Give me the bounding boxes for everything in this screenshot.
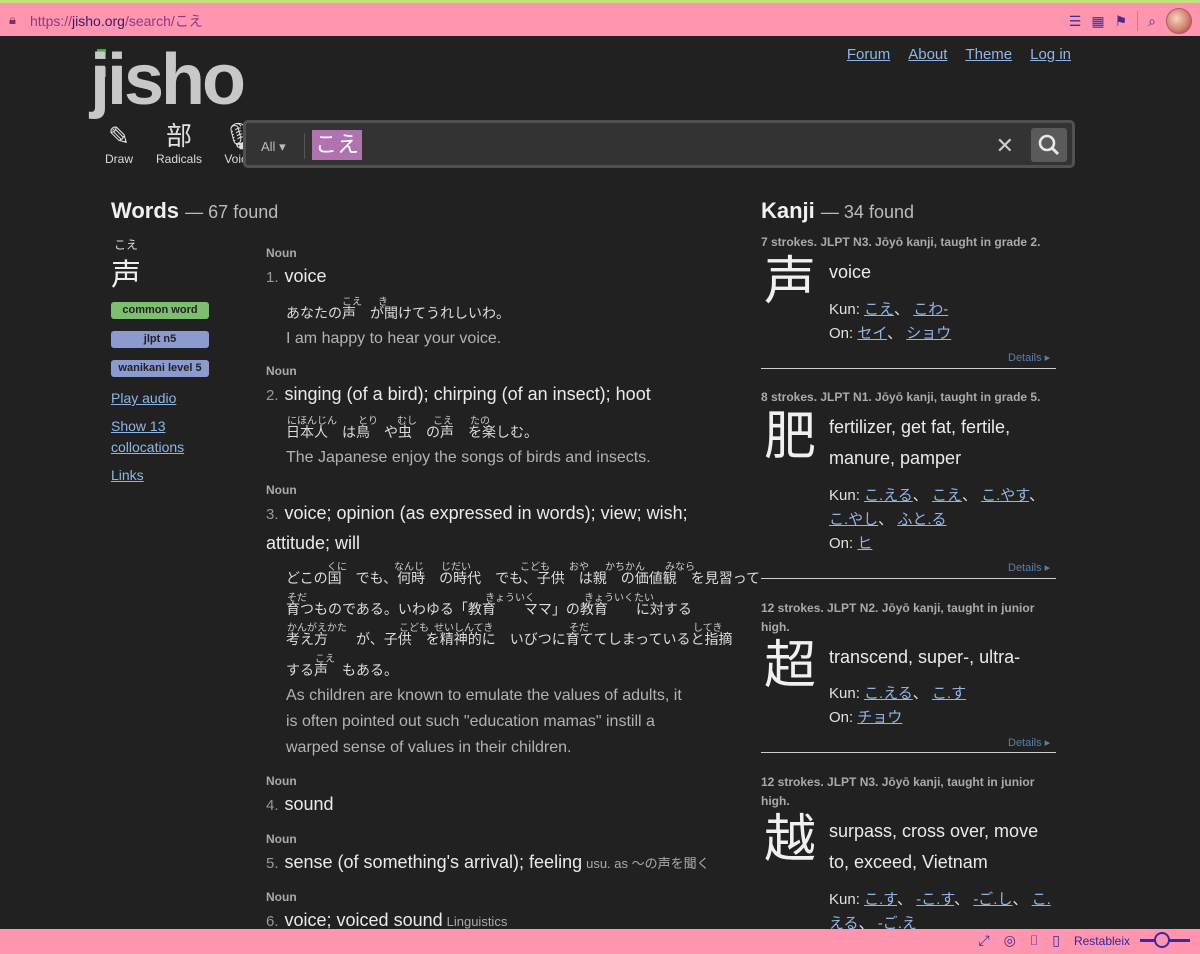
links-link[interactable]: Links xyxy=(111,465,144,486)
details-link[interactable]: Details ▸ xyxy=(1008,351,1050,364)
part-of-speech: Noun xyxy=(266,890,297,904)
bookmark-icon[interactable]: ⚑ xyxy=(1115,13,1128,30)
kanji-meta: 8 strokes. JLPT N1. Jōyō kanji, taught i… xyxy=(761,390,1041,404)
search-divider xyxy=(304,133,305,159)
nav-about[interactable]: About xyxy=(908,46,947,63)
example-translation: warped sense of values in their children… xyxy=(286,739,572,756)
example-sentence-line: 考え方 が、子供 を精神的に いびつに育ててしまっていると指摘 xyxy=(286,631,733,647)
kanji-meta: 7 strokes. JLPT N3. Jōyō kanji, taught i… xyxy=(761,235,1041,249)
meaning: 5. sense (of something's arrival); feelin… xyxy=(266,852,710,872)
search-button[interactable] xyxy=(1031,128,1067,162)
top-nav: Forum About Theme Log in xyxy=(847,46,1071,63)
qr-code-icon[interactable]: ▦ xyxy=(1091,13,1104,30)
part-of-speech: Noun xyxy=(266,364,297,378)
caret-down-icon: ▾ xyxy=(279,139,286,154)
search-scope-select[interactable]: All ▾ xyxy=(261,139,286,155)
divider xyxy=(761,578,1056,579)
kanji-meta: 12 strokes. JLPT N3. Jōyō kanji, taught … xyxy=(761,775,1035,808)
kanji-meaning: voice xyxy=(829,262,872,282)
meaning-continued: attitude; will xyxy=(266,533,361,553)
kanji-heading: Kanji — 34 found xyxy=(761,198,914,223)
part-of-speech: Noun xyxy=(266,774,297,788)
play-audio-link[interactable]: Play audio xyxy=(111,388,176,409)
on-readings: On: ヒ xyxy=(829,535,873,552)
zoom-slider[interactable] xyxy=(1140,932,1190,948)
screenshot-icon[interactable]: ◎ xyxy=(1004,932,1016,949)
meaning: 3. voice; opinion (as expressed in words)… xyxy=(266,503,688,523)
search-icon[interactable]: ⌕ xyxy=(1148,13,1156,30)
expand-icon[interactable]: ⤢ xyxy=(978,932,989,949)
kanji-character[interactable]: 声 xyxy=(764,252,816,312)
example-translation: I am happy to hear your voice. xyxy=(286,330,502,347)
browser-toolbar: 🔒︎ https://jisho.org/search/こえ ☰ ▦ ⚑ ⌕ xyxy=(0,0,1200,36)
address-bar[interactable]: https://jisho.org/search/こえ xyxy=(30,11,203,31)
details-link[interactable]: Details ▸ xyxy=(1008,736,1050,749)
split-view-icon[interactable]: ⌷ xyxy=(1030,932,1038,949)
kun-readings: Kun: こ.える、 こ.す xyxy=(829,685,967,702)
on-readings: On: チョウ xyxy=(829,709,903,726)
lock-icon: 🔒︎ xyxy=(9,12,16,27)
divider xyxy=(761,368,1056,369)
zoom-slider-handle[interactable] xyxy=(1154,932,1170,948)
example-translation: As children are known to emulate the val… xyxy=(286,687,682,704)
radicals-button[interactable]: 部 Radicals xyxy=(154,120,204,166)
reset-zoom-button[interactable]: Restableix xyxy=(1074,934,1130,948)
mobile-icon[interactable]: ▯ xyxy=(1052,932,1060,949)
meaning: 2. singing (of a bird); chirping (of an i… xyxy=(266,384,651,404)
nav-theme[interactable]: Theme xyxy=(965,46,1012,63)
kanji-meaning: fertilizer, get fat, fertile, manure, pa… xyxy=(829,417,1011,468)
common-word-badge: common word xyxy=(111,302,209,319)
example-sentence: 日本人 は鳥 や虫 の声 を楽しむ。 xyxy=(286,424,538,440)
magnifier-icon xyxy=(1038,134,1060,156)
radical-icon: 部 xyxy=(165,121,192,151)
kanji-meta: 12 strokes. JLPT N2. Jōyō kanji, taught … xyxy=(761,601,1035,634)
search-input[interactable]: こえ xyxy=(312,130,363,160)
site-logo[interactable]: jisho xyxy=(90,44,246,116)
wanikani-badge: wanikani level 5 xyxy=(111,360,209,377)
jlpt-badge: jlpt n5 xyxy=(111,331,209,348)
browser-status-bar: ⤢ ◎ ⌷ ▯ Restableix xyxy=(0,929,1200,954)
collocations-link[interactable]: Show 13 collocations xyxy=(111,416,201,458)
kun-readings: Kun: こえ、 こわ- xyxy=(829,301,949,318)
example-translation: The Japanese enjoy the songs of birds an… xyxy=(286,449,651,466)
clear-icon[interactable]: ✕ xyxy=(996,133,1014,159)
example-translation: is often pointed out such "education mam… xyxy=(286,713,655,730)
draw-button[interactable]: ✎ Draw xyxy=(94,120,144,166)
nav-login[interactable]: Log in xyxy=(1030,46,1071,63)
example-sentence-line: する声 もある。 xyxy=(286,662,398,678)
meaning: 4. sound xyxy=(266,794,334,814)
nav-forum[interactable]: Forum xyxy=(847,46,890,63)
avatar[interactable] xyxy=(1166,8,1192,34)
part-of-speech: Noun xyxy=(266,483,297,497)
details-link[interactable]: Details ▸ xyxy=(1008,561,1050,574)
input-tools: ✎ Draw 部 Radicals 🎙 Voice xyxy=(94,120,264,166)
pencil-icon: ✎ xyxy=(108,121,130,151)
kanji-meaning: transcend, super-, ultra- xyxy=(829,647,1021,667)
kun-readings: Kun: こ.える、 こえ、 こ.やす、 こ.やし、 ふと.る xyxy=(829,487,1045,528)
word-kanji: 声 xyxy=(111,259,141,292)
part-of-speech: Noun xyxy=(266,246,297,260)
toolbar-divider xyxy=(1137,11,1139,31)
example-sentence: あなたの声 が聞けてうれしいわ。 xyxy=(286,305,510,321)
search-bar: All ▾ こえ ✕ xyxy=(243,120,1075,168)
meaning: 1. voice xyxy=(266,266,327,286)
kanji-character[interactable]: 越 xyxy=(764,810,816,870)
on-readings: On: セイ、 ショウ xyxy=(829,325,952,342)
kanji-character[interactable]: 超 xyxy=(764,636,816,696)
reader-icon[interactable]: ☰ xyxy=(1069,13,1082,30)
kanji-meaning: surpass, cross over, move to, exceed, Vi… xyxy=(829,821,1039,872)
kanji-character[interactable]: 肥 xyxy=(764,407,816,467)
part-of-speech: Noun xyxy=(266,832,297,846)
divider xyxy=(761,752,1056,753)
words-heading: Words — 67 found xyxy=(111,198,279,223)
